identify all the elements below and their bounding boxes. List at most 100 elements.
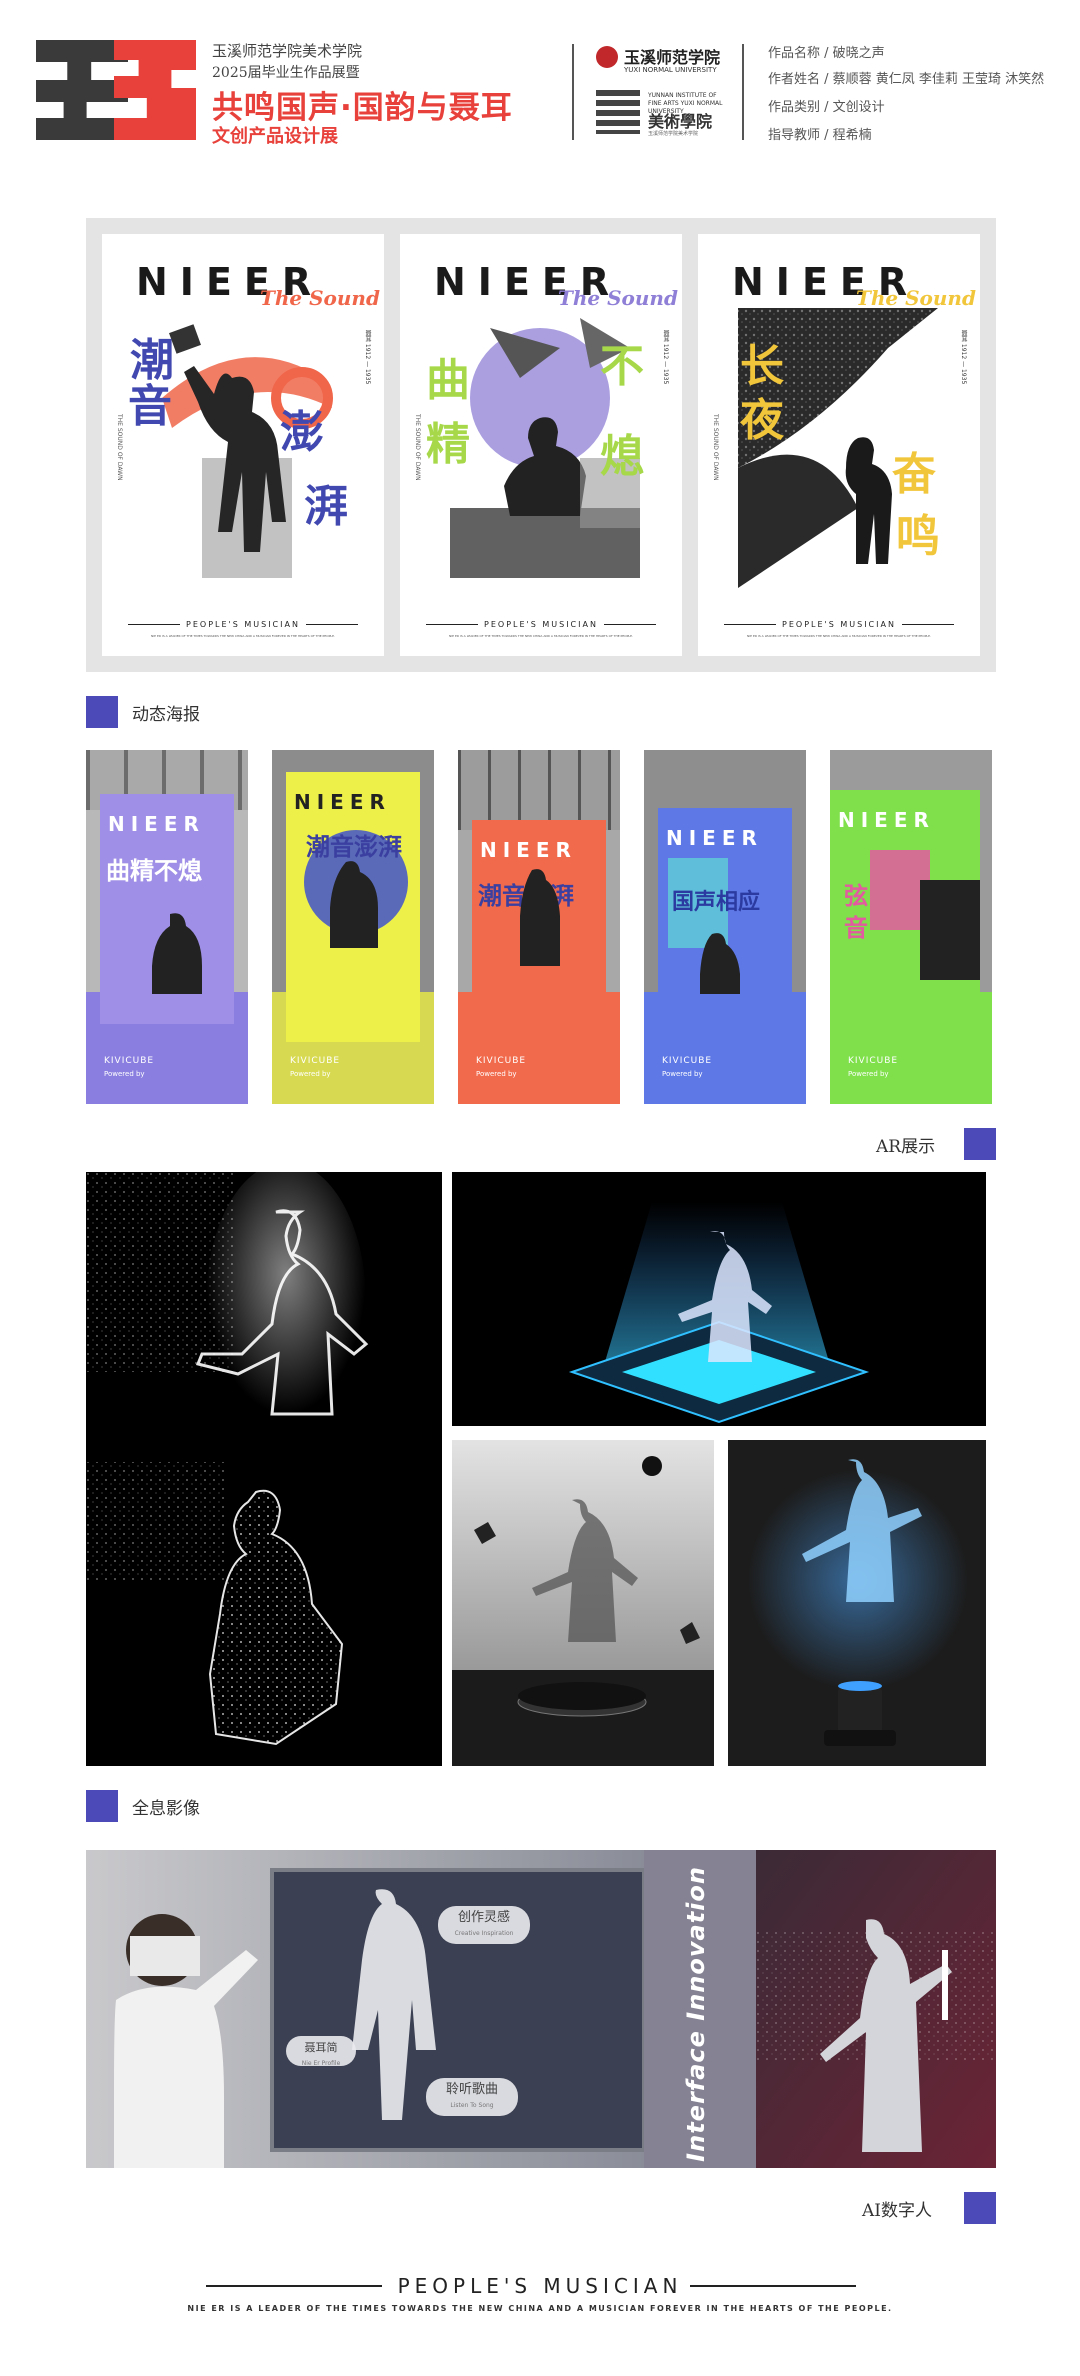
main-title: 共鸣国声·国韵与聂耳 [212, 90, 513, 126]
ar-figure [152, 913, 202, 994]
university-name: 玉溪师范学院 [624, 48, 721, 67]
ar-powered: Powered by [662, 1070, 703, 1078]
ar-photo: NIEER 国声相应 KIVICUBE Powered by [644, 750, 806, 1104]
poster-char: 熄 [600, 431, 644, 482]
poster-char: 奋 [892, 449, 936, 500]
ar-card-chars: 弦音 [844, 882, 868, 942]
university-seal-icon [596, 46, 618, 68]
section-label-ar: AR展示 [876, 1137, 936, 1157]
poster-char: 曲 [426, 355, 470, 406]
poster-sound: The Sound [558, 286, 678, 310]
ar-card-chars: 潮音澎湃 [306, 833, 402, 861]
ar-figure [520, 869, 560, 966]
ar-card-title: NIEER [480, 838, 577, 862]
art-school-mark-icon [596, 90, 640, 134]
ar-powered: Powered by [104, 1070, 145, 1078]
ar-shape [920, 880, 980, 980]
poster-footer: PEOPLE'S MUSICIAN [102, 620, 384, 629]
poster-years: 聂耳 1912 — 1935 [364, 330, 371, 385]
poster-side-text: THE SOUND OF DAWN [116, 414, 123, 481]
poster-char: 潮 [130, 335, 174, 386]
hologram-projection-photo [452, 1172, 986, 1426]
section-label-holo: 全息影像 [132, 1799, 200, 1819]
section-label-poster: 动态海报 [132, 705, 200, 725]
poster-footer: PEOPLE'S MUSICIAN [400, 620, 682, 629]
university-en: YUXI NORMAL UNIVERSITY [624, 66, 717, 74]
button-cn: 创作灵感 [457, 1910, 510, 1925]
ar-card-chars: 曲精不熄 [106, 857, 202, 885]
poster-char: 音 [128, 381, 172, 432]
ar-card-title: NIEER [108, 812, 205, 836]
ar-card: NIEER 弦音 [830, 790, 980, 1040]
ar-powered: Powered by [848, 1070, 889, 1078]
ar-brand: KIVICUBE [476, 1056, 527, 1066]
poster-char: 不 [600, 341, 644, 392]
button-en: Nie Er Profile [301, 2060, 341, 2067]
section-label-ai: AI数字人 [862, 2201, 932, 2221]
button-cn: 聆听歌曲 [445, 2082, 498, 2097]
ar-card-title: NIEER [666, 826, 763, 850]
section-marker [964, 2192, 996, 2224]
poster-side-text: THE SOUND OF DAWN [712, 414, 719, 481]
ar-brand: KIVICUBE [662, 1056, 713, 1066]
ar-card-chars: 国声相应 [672, 890, 761, 915]
hologram-pedestal-photo [452, 1440, 714, 1766]
ar-card: NIEER 曲精不熄 [100, 794, 234, 1024]
poster-char: 澎 [280, 407, 324, 458]
poster-band: NIEER The Sound 潮 音 澎 湃 THE SOUND OF DAW… [86, 218, 996, 672]
ar-photo: NIEER 曲精不熄 KIVICUBE Powered by [86, 750, 248, 1104]
info-advisor: 指导教师 / 程希楠 [768, 128, 872, 143]
ar-photo: NIEER 潮音澎湃 KIVICUBE Powered by [272, 750, 434, 1104]
poster-side-text: THE SOUND OF DAWN [414, 414, 421, 481]
ar-powered: Powered by [290, 1070, 331, 1078]
art-school-sub: 玉溪师范学院美术学院 [648, 131, 699, 137]
poster-years: 聂耳 1912 — 1935 [960, 330, 967, 385]
particle-figure [86, 1172, 442, 1766]
button-en: Listen To Song [450, 2102, 494, 2109]
hologram-blue-photo [728, 1440, 986, 1766]
poster: NIEER The Sound 长 夜 奋 鸣 THE SOUND OF DAW… [698, 234, 980, 656]
holo-platform [568, 1202, 870, 1424]
poster-sound: The Sound [856, 286, 976, 310]
ar-card: NIEER 国声相应 [658, 808, 792, 1038]
ar-brand: KIVICUBE [848, 1056, 899, 1066]
ar-photo: NIEER 潮音澎湃 KIVICUBE Powered by [458, 750, 620, 1104]
blue-hologram [728, 1440, 986, 1766]
header: 玉溪师范学院美术学院 2025届毕业生作品展暨 共鸣国声·国韵与聂耳 文创产品设… [36, 36, 1046, 148]
poster-char: 精 [426, 419, 470, 470]
footer-title: PEOPLE'S MUSICIAN [397, 2274, 683, 2298]
poster-sound: The Sound [260, 286, 380, 310]
ar-brand: KIVICUBE [104, 1056, 155, 1066]
button-listen-song[interactable]: 聆听歌曲 Listen To Song [426, 2078, 518, 2116]
ar-brand: KIVICUBE [290, 1056, 341, 1066]
ar-photo: NIEER 弦音 KIVICUBE Powered by [830, 750, 992, 1104]
poster-footer: PEOPLE'S MUSICIAN [698, 620, 980, 629]
divider [572, 44, 574, 140]
info-authors: 作者姓名 / 蔡顺蓉 黄仁凤 李佳莉 王莹琦 沐笑然 [768, 72, 1045, 87]
poster-char: 长 [740, 341, 784, 392]
button-profile[interactable]: 聂耳简 Nie Er Profile [286, 2036, 356, 2067]
exhibition-board: 玉溪师范学院美术学院 2025届毕业生作品展暨 共鸣国声·国韵与聂耳 文创产品设… [0, 0, 1080, 2376]
ar-card-title: NIEER [294, 790, 391, 814]
poster-sub: NIE ER IS A LEADER OF THE TIMES TOWARDS … [747, 634, 931, 638]
poster-char: 鸣 [896, 511, 940, 562]
office-background [458, 750, 620, 830]
poster: NIEER The Sound 曲 精 不 熄 THE SOUND OF DAW… [400, 234, 682, 656]
pedestal-scene [452, 1440, 714, 1766]
ar-card-title: NIEER [838, 808, 935, 832]
poster-char: 湃 [304, 481, 348, 532]
divider [742, 44, 744, 140]
digital-human-scene [756, 1850, 996, 2168]
logo-red-glyph [114, 40, 196, 140]
poster-char: 夜 [740, 395, 784, 446]
ar-figure [700, 933, 740, 994]
vr-scene [86, 1850, 644, 2168]
art-school-name: 美術學院 [648, 112, 713, 131]
university-logos: 玉溪师范学院 YUXI NORMAL UNIVERSITY YUNNAN INS… [596, 42, 722, 142]
poster-years: 聂耳 1912 — 1935 [662, 330, 669, 385]
section-marker [86, 1790, 118, 1822]
button-creative-inspiration[interactable]: 创作灵感 Creative Inspiration [438, 1906, 530, 1944]
poster-sub: NIE ER IS A LEADER OF THE TIMES TOWARDS … [449, 634, 633, 638]
ar-card: NIEER 潮音澎湃 [286, 772, 420, 1042]
section-marker [964, 1128, 996, 1160]
